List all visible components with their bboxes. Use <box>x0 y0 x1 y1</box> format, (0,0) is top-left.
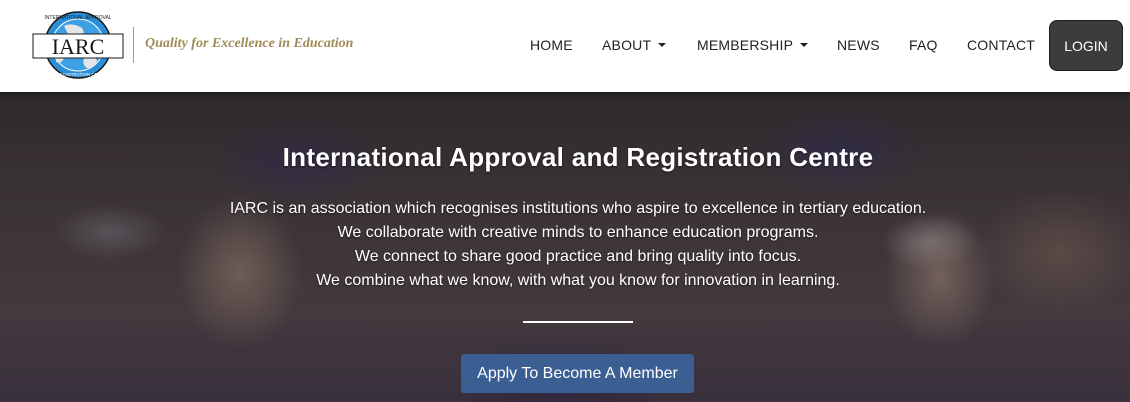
nav-item-home[interactable]: HOME <box>530 37 573 53</box>
hero-line: We collaborate with creative minds to en… <box>337 224 819 241</box>
nav-item-contact[interactable]: CONTACT <box>967 37 1035 53</box>
caret-down-icon <box>658 43 667 48</box>
hero-content: International Approval and Registration … <box>0 92 1130 402</box>
nav-item-label: NEWS <box>837 37 880 53</box>
hero-description: IARC is an association which recognises … <box>0 197 1130 293</box>
nav-item-faq[interactable]: FAQ <box>909 37 938 53</box>
login-button[interactable]: LOGIN <box>1049 20 1123 71</box>
hero-title: International Approval and Registration … <box>282 142 874 172</box>
nav-item-label: ABOUT <box>602 37 652 53</box>
hero-line: IARC is an association which recognises … <box>229 200 927 217</box>
nav-item-label: MEMBERSHIP <box>697 37 794 53</box>
nav-item-membership[interactable]: MEMBERSHIP <box>697 37 809 53</box>
nav-item-about[interactable]: ABOUT <box>602 37 667 53</box>
hero-line: We connect to share good practice and br… <box>354 248 802 265</box>
nav-item-news[interactable]: NEWS <box>837 37 880 53</box>
site-header: INTERNATIONAL APPROVAL AND REGISTRATION … <box>0 0 1130 92</box>
main-nav: HOME ABOUT MEMBERSHIP NEWS FAQ CONTACT L… <box>0 0 1130 92</box>
nav-item-label: FAQ <box>909 37 938 53</box>
hero-divider <box>523 321 633 323</box>
nav-item-label: CONTACT <box>967 37 1036 53</box>
hero-line: We combine what we know, with what you k… <box>316 272 840 289</box>
apply-member-button[interactable]: Apply To Become A Member <box>461 354 694 393</box>
hero-section: International Approval and Registration … <box>0 92 1130 402</box>
nav-item-label: HOME <box>530 37 573 53</box>
caret-down-icon <box>800 43 809 48</box>
